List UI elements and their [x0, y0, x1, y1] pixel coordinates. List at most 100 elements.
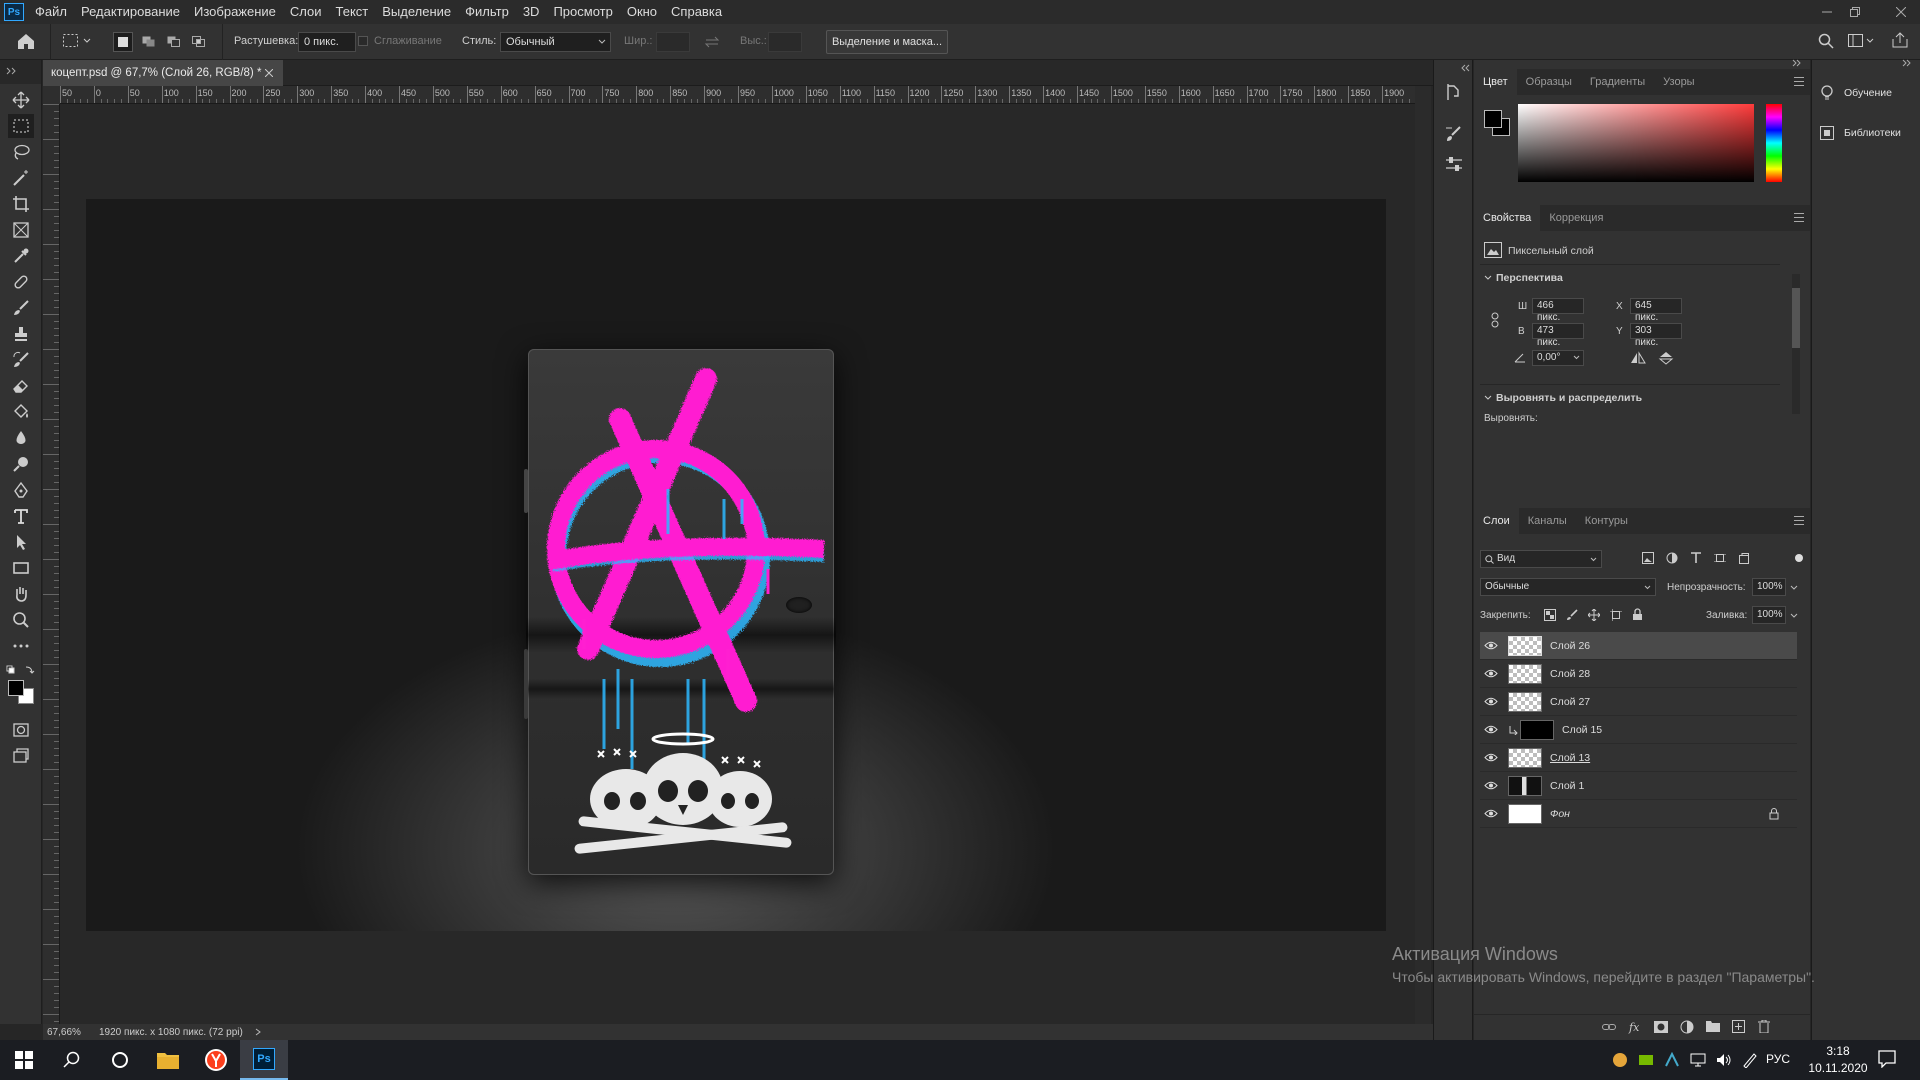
share-button[interactable]: [1892, 32, 1908, 48]
history-panel-button[interactable]: [1444, 82, 1464, 102]
y-field[interactable]: 303 пикс.: [1630, 323, 1682, 348]
yandex-browser-button[interactable]: [192, 1040, 240, 1080]
learn-button[interactable]: Обучение: [1820, 78, 1892, 108]
menu-select[interactable]: Выделение: [375, 0, 458, 24]
libraries-button[interactable]: Библиотеки: [1820, 118, 1901, 148]
vertical-scrollbar[interactable]: [1415, 86, 1431, 1024]
blur-tool[interactable]: [8, 426, 34, 450]
x-field[interactable]: 645 пикс.: [1630, 298, 1682, 323]
tab-adjustments[interactable]: Коррекция: [1540, 205, 1612, 231]
lasso-tool[interactable]: [8, 140, 34, 164]
eye-icon[interactable]: [1480, 697, 1502, 706]
new-group-button[interactable]: [1706, 1020, 1720, 1032]
lock-artboard-button[interactable]: [1610, 609, 1622, 621]
path-selection-tool[interactable]: [8, 530, 34, 554]
select-and-mask-button[interactable]: Выделение и маска...: [826, 30, 948, 54]
filter-type-button[interactable]: [1690, 552, 1702, 564]
lock-position-button[interactable]: [1588, 609, 1600, 621]
nvidia-icon[interactable]: [1638, 1052, 1654, 1068]
tab-color[interactable]: Цвет: [1474, 69, 1517, 95]
lock-all-button[interactable]: [1632, 608, 1643, 621]
link-icon[interactable]: [1490, 312, 1500, 328]
filter-toggle[interactable]: [1795, 554, 1803, 562]
menu-layers[interactable]: Слои: [283, 0, 329, 24]
delete-layer-button[interactable]: [1758, 1020, 1770, 1033]
network-activity-icon[interactable]: [1664, 1052, 1680, 1068]
photoshop-taskbar-button[interactable]: Ps: [240, 1040, 288, 1080]
cortana-button[interactable]: [96, 1040, 144, 1080]
volume-icon[interactable]: [1716, 1052, 1732, 1068]
more-tools-button[interactable]: [8, 634, 34, 658]
tab-gradients[interactable]: Градиенты: [1581, 69, 1654, 95]
eye-icon[interactable]: [1480, 641, 1502, 650]
layer-row[interactable]: Слой 28: [1480, 660, 1797, 688]
zoom-level[interactable]: 67,66%: [47, 1027, 87, 1038]
restore-button[interactable]: [1842, 0, 1868, 24]
foreground-color-swatch[interactable]: [8, 680, 24, 696]
align-section-title[interactable]: Выровнять и распределить: [1496, 392, 1642, 404]
clone-stamp-tool[interactable]: [8, 322, 34, 346]
network-icon[interactable]: [1690, 1052, 1706, 1068]
eye-icon[interactable]: [1480, 669, 1502, 678]
hue-slider[interactable]: [1766, 104, 1782, 182]
perspective-section-title[interactable]: Перспектива: [1496, 272, 1563, 284]
new-adjustment-button[interactable]: [1680, 1020, 1694, 1034]
zoom-tool[interactable]: [8, 608, 34, 632]
start-button[interactable]: [0, 1040, 48, 1080]
panel-menu-icon[interactable]: [1794, 77, 1804, 86]
marquee-preset-button[interactable]: [62, 33, 92, 49]
eye-icon[interactable]: [1480, 725, 1502, 734]
swap-dimensions-button[interactable]: [704, 36, 720, 48]
properties-scrollbar[interactable]: [1792, 274, 1800, 414]
menu-type[interactable]: Текст: [329, 0, 376, 24]
width-input[interactable]: [656, 32, 690, 52]
dodge-tool[interactable]: [8, 452, 34, 476]
menu-image[interactable]: Изображение: [187, 0, 283, 24]
layer-row[interactable]: Слой 27: [1480, 688, 1797, 716]
layer-name[interactable]: Слой 15: [1562, 724, 1602, 736]
type-tool[interactable]: [8, 504, 34, 528]
opacity-field[interactable]: 100%: [1752, 578, 1786, 596]
menu-edit[interactable]: Редактирование: [74, 0, 187, 24]
tab-patterns[interactable]: Узоры: [1654, 69, 1703, 95]
magic-wand-tool[interactable]: [8, 166, 34, 190]
chevron-down-icon[interactable]: [1484, 395, 1492, 401]
chevron-down-icon[interactable]: [1790, 613, 1798, 618]
brush-settings-button[interactable]: [1444, 124, 1464, 144]
layer-name[interactable]: Слой 28: [1550, 668, 1590, 680]
tray-app-icon[interactable]: [1612, 1052, 1628, 1068]
height-field[interactable]: 473 пикс.: [1532, 323, 1584, 348]
tab-properties[interactable]: Свойства: [1474, 205, 1541, 231]
screen-mode-button[interactable]: [8, 744, 34, 768]
collapse-arrows-icon[interactable]: [1460, 64, 1470, 72]
clock[interactable]: 3:18 10.11.2020: [1806, 1043, 1870, 1077]
tab-channels[interactable]: Каналы: [1519, 508, 1576, 534]
history-brush-tool[interactable]: [8, 348, 34, 372]
lock-transparent-button[interactable]: [1544, 609, 1556, 621]
flip-vertical-button[interactable]: [1658, 351, 1674, 365]
menu-window[interactable]: Окно: [620, 0, 664, 24]
rect-marquee-tool[interactable]: [8, 114, 34, 138]
panel-menu-icon[interactable]: [1794, 516, 1804, 525]
layer-row[interactable]: Слой 13: [1480, 744, 1797, 772]
menu-filter[interactable]: Фильтр: [458, 0, 516, 24]
antialias-checkbox[interactable]: [358, 36, 368, 46]
crop-tool[interactable]: [8, 192, 34, 216]
foreground-color-swatch[interactable]: [1484, 110, 1502, 128]
pen-tool[interactable]: [8, 478, 34, 502]
layer-filter-select[interactable]: Вид: [1480, 550, 1602, 568]
filter-smart-object-button[interactable]: [1738, 552, 1750, 564]
fill-field[interactable]: 100%: [1752, 606, 1786, 624]
layer-name[interactable]: Слой 27: [1550, 696, 1590, 708]
rectangle-tool[interactable]: [8, 556, 34, 580]
style-select[interactable]: Обычный: [500, 32, 611, 52]
filter-shape-button[interactable]: [1714, 552, 1726, 564]
eye-icon[interactable]: [1480, 753, 1502, 762]
close-icon[interactable]: [265, 69, 273, 77]
blend-mode-select[interactable]: Обычные: [1480, 578, 1656, 596]
move-tool[interactable]: [8, 88, 34, 112]
layer-name[interactable]: Слой 26: [1550, 640, 1590, 652]
canvas-area[interactable]: [60, 104, 1415, 1024]
add-selection-button[interactable]: [139, 32, 159, 52]
search-button[interactable]: [1818, 33, 1834, 49]
